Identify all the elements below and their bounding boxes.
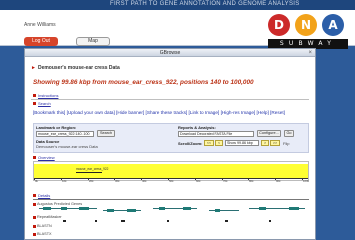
repeat-feature[interactable] (121, 220, 125, 222)
scroll-left-icon[interactable]: << (204, 140, 214, 146)
details-label: Details (38, 193, 51, 198)
track-menu-icon (33, 232, 36, 236)
landmark-input[interactable]: mouse_ear_cress_922:140..100 (36, 131, 94, 137)
app-frame: FIRST PATH TO GENE ANNOTATION AND GENOME… (0, 0, 355, 240)
track-menu-icon (33, 202, 36, 206)
search-panel: Landmark or Region: mouse_ear_cress_922:… (33, 123, 309, 153)
repeat-feature[interactable] (95, 220, 97, 222)
modal-title: GBrowse (159, 50, 181, 56)
logo-letter-a: A (322, 14, 344, 36)
zoom-select[interactable]: Show 99.86 kbp (225, 140, 259, 146)
user-name: Anne Williams (24, 22, 56, 28)
map-button[interactable]: Map (76, 37, 110, 46)
gene-exon[interactable] (183, 207, 191, 210)
details-panel[interactable]: Augustus Predicted Genes RepeatMasker BL… (33, 199, 309, 239)
overview-tick-label: 100k (303, 179, 310, 183)
gene-exon[interactable] (43, 207, 51, 210)
overview-tick-label: 90k (276, 179, 281, 183)
gene-exon[interactable] (107, 209, 114, 212)
overview-tick-label: 40k (142, 179, 147, 183)
track-menu-icon (33, 224, 36, 228)
close-icon[interactable]: × (308, 49, 312, 57)
gbrowse-page: ► Demouser's mouse-ear cress Data Showing… (25, 57, 315, 240)
gene-exon[interactable] (61, 207, 67, 210)
repeat-feature[interactable] (63, 220, 66, 222)
search-button[interactable]: Search (97, 130, 115, 137)
instructions-toggle[interactable]: Instructions (33, 93, 58, 98)
go-button[interactable]: Go (284, 130, 294, 137)
toolbar-links[interactable]: [Bookmark this] [Upload your own data] [… (33, 110, 285, 115)
logo-letter-d: D (268, 14, 290, 36)
configure-button[interactable]: Configure... (257, 130, 281, 137)
logout-button[interactable]: Log Out (24, 37, 58, 46)
track-label-repeats: RepeatMasker (37, 215, 62, 219)
track-label-blastn: BLASTN (37, 224, 52, 228)
collapse-icon (33, 94, 36, 98)
overview-tick-label: 50k (169, 179, 174, 183)
overview-scalebar (76, 172, 102, 173)
overview-tick-label: 70k (223, 179, 228, 183)
scroll-left-small-icon[interactable]: < (215, 140, 223, 146)
gene-feature[interactable] (209, 210, 239, 211)
overview-tick-label: 20k (89, 179, 94, 183)
track-blastn[interactable]: BLASTN (33, 224, 52, 228)
landmark-label: Landmark or Region: (36, 125, 77, 130)
track-label-predicted-genes: Augustus Predicted Genes (37, 202, 83, 206)
track-blastx[interactable]: BLASTX (33, 232, 52, 236)
gene-exon[interactable] (79, 207, 89, 210)
gene-exon[interactable] (289, 207, 299, 210)
track-predicted-genes[interactable]: Augustus Predicted Genes (33, 202, 82, 206)
app-topbar: FIRST PATH TO GENE ANNOTATION AND GENOME… (0, 0, 355, 10)
repeat-feature[interactable] (167, 220, 169, 222)
repeat-feature[interactable] (225, 220, 228, 222)
overview-tick-label: 60k (196, 179, 201, 183)
overview-tick-label: 0k (35, 179, 38, 183)
gbrowse-modal: GBrowse × ► Demouser's mouse-ear cress Da… (24, 48, 316, 240)
scroll-right-icon[interactable]: >> (270, 140, 280, 146)
overview-seq-label: mouse_ear_cress_922 (76, 167, 109, 171)
scroll-right-small-icon[interactable]: > (261, 140, 269, 146)
repeat-feature[interactable] (269, 220, 271, 222)
app-tagline: FIRST PATH TO GENE ANNOTATION AND GENOME… (110, 1, 300, 7)
overview-label: Overview (38, 155, 55, 160)
data-source-value: Demouser's mouse-ear cress Data (36, 144, 98, 149)
details-ruler (33, 199, 309, 200)
reports-label: Reports & Analysis: (178, 125, 216, 130)
triangle-icon: ► (31, 65, 36, 71)
track-label-blastx: BLASTX (37, 232, 52, 236)
details-toggle[interactable]: Details (33, 193, 50, 198)
page-header: ► Demouser's mouse-ear cress Data (31, 65, 120, 71)
scroll-zoom-label: Scroll/Zoom: (178, 141, 203, 146)
collapse-icon (33, 156, 36, 160)
logo-letter-n: N (295, 14, 317, 36)
instructions-label: Instructions (38, 93, 59, 98)
gene-exon[interactable] (215, 209, 220, 212)
track-menu-icon (33, 215, 36, 219)
overview-tick-label: 10k (62, 179, 67, 183)
overview-tick-label: 80k (249, 179, 254, 183)
showing-range: Showing 99.86 kbp from mouse_ear_cress_9… (33, 79, 254, 86)
modal-titlebar[interactable]: GBrowse × (25, 49, 315, 57)
track-repeats[interactable]: RepeatMasker (33, 215, 62, 219)
divider (31, 99, 309, 100)
overview-tick-label: 30k (115, 179, 120, 183)
gene-exon[interactable] (159, 207, 165, 210)
search-toggle[interactable]: Search (33, 101, 51, 106)
flip-label[interactable]: Flip (283, 141, 289, 146)
collapse-icon (33, 102, 36, 106)
gene-exon[interactable] (259, 207, 266, 210)
search-section-label: Search (38, 101, 51, 106)
overview-toggle[interactable]: Overview (33, 155, 55, 160)
gene-exon[interactable] (127, 209, 136, 212)
overview-panel[interactable]: mouse_ear_cress_922 0k 10k 20k 30k 40k 50k 60k… (33, 161, 310, 183)
reports-select[interactable]: Download Decorated FASTA File (178, 131, 254, 137)
page-header-text: Demouser's mouse-ear cress Data (37, 65, 120, 71)
collapse-icon (33, 194, 36, 198)
